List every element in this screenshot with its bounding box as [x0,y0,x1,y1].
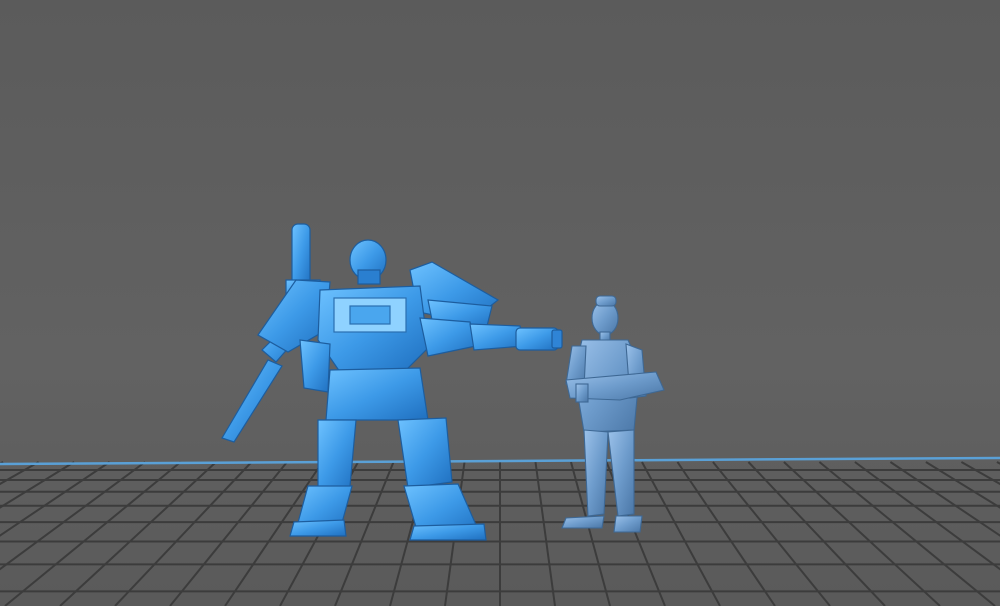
build-plate-grid [0,461,1000,606]
slicer-3d-viewport[interactable] [0,0,1000,606]
build-plate-scene[interactable] [0,0,1000,606]
soldier-figure-miniature[interactable] [561,295,665,533]
